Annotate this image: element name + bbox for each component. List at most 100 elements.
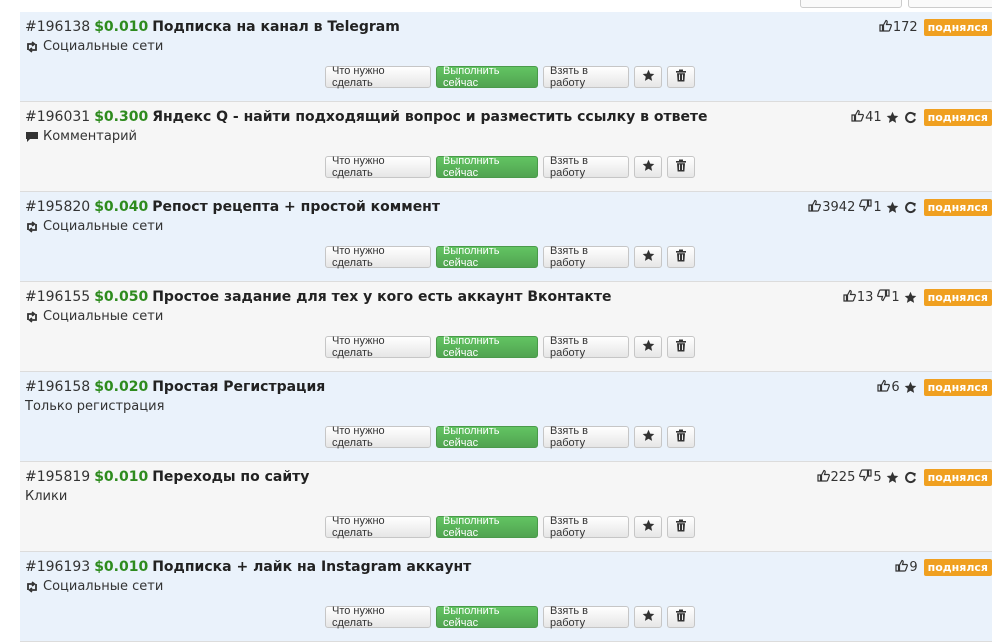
dislikes[interactable]: 5 bbox=[859, 468, 882, 486]
task-actions: Что нужно сделать Выполнить сейчас Взять в… bbox=[325, 605, 700, 629]
trash-icon bbox=[675, 429, 687, 445]
do-now-button[interactable]: Выполнить сейчас bbox=[436, 155, 538, 179]
delete-button[interactable] bbox=[667, 246, 695, 268]
delete-button[interactable] bbox=[667, 606, 695, 628]
dislikes[interactable]: 1 bbox=[877, 288, 900, 306]
what-to-do-button[interactable]: Что нужно сделать bbox=[325, 245, 431, 269]
take-to-work-button[interactable]: Взять в работу bbox=[543, 245, 629, 269]
star-icon[interactable] bbox=[904, 381, 918, 394]
thumbs-up-icon bbox=[808, 199, 822, 216]
what-to-do-button[interactable]: Что нужно сделать bbox=[325, 155, 431, 179]
what-to-do-button[interactable]: Что нужно сделать bbox=[325, 425, 431, 449]
do-now-button[interactable]: Выполнить сейчас bbox=[436, 515, 538, 539]
what-to-do-button[interactable]: Что нужно сделать bbox=[325, 605, 431, 629]
delete-button[interactable] bbox=[667, 66, 695, 88]
do-now-button[interactable]: Выполнить сейчас bbox=[436, 425, 538, 449]
task-meta: 172 поднялся bbox=[879, 18, 992, 36]
task-price: $0.040 bbox=[94, 199, 149, 215]
task-meta: 3942 1 поднялся bbox=[808, 198, 992, 216]
trash-icon bbox=[675, 609, 687, 625]
task-category: Только регистрация bbox=[25, 399, 164, 414]
task-title[interactable]: Подписка на канал в Telegram bbox=[152, 19, 400, 35]
do-now-button[interactable]: Выполнить сейчас bbox=[436, 335, 538, 359]
star-icon[interactable] bbox=[886, 111, 900, 124]
task-title[interactable]: Подписка + лайк на Instagram аккаунт bbox=[152, 559, 471, 575]
status-badge: поднялся bbox=[923, 558, 992, 576]
comment-icon bbox=[25, 131, 39, 143]
task-actions: Что нужно сделать Выполнить сейчас Взять в… bbox=[325, 65, 700, 89]
task-title-line: #196138 $0.010 Подписка на канал в Telegra… bbox=[25, 19, 400, 35]
task-price: $0.300 bbox=[94, 109, 149, 125]
task-meta: 41 поднялся bbox=[851, 108, 992, 126]
delete-button[interactable] bbox=[667, 336, 695, 358]
task-category: Социальные сети bbox=[25, 579, 163, 594]
task-row: #196155 $0.050 Простое задание для тех у к… bbox=[20, 282, 992, 372]
favorite-button[interactable] bbox=[634, 336, 662, 358]
do-now-button[interactable]: Выполнить сейчас bbox=[436, 605, 538, 629]
favorite-button[interactable] bbox=[634, 246, 662, 268]
star-icon bbox=[642, 69, 655, 85]
task-row: #196138 $0.010 Подписка на канал в Telegra… bbox=[20, 12, 992, 102]
take-to-work-button[interactable]: Взять в работу bbox=[543, 605, 629, 629]
task-title[interactable]: Простое задание для тех у кого есть акка… bbox=[152, 289, 611, 305]
likes[interactable]: 172 bbox=[879, 19, 918, 36]
trash-icon bbox=[675, 519, 687, 535]
task-title-line: #195820 $0.040 Репост рецепта + простой ко… bbox=[25, 199, 440, 215]
likes[interactable]: 6 bbox=[877, 379, 900, 396]
what-to-do-button[interactable]: Что нужно сделать bbox=[325, 335, 431, 359]
task-row: #195819 $0.010 Переходы по сайту Клики 225 5 п… bbox=[20, 462, 992, 552]
refresh-icon[interactable] bbox=[904, 201, 918, 214]
task-meta: 6 поднялся bbox=[877, 378, 992, 396]
what-to-do-button[interactable]: Что нужно сделать bbox=[325, 65, 431, 89]
task-title[interactable]: Репост рецепта + простой коммент bbox=[152, 199, 440, 215]
star-icon bbox=[642, 609, 655, 625]
take-to-work-button[interactable]: Взять в работу bbox=[543, 65, 629, 89]
task-title-line: #196031 $0.300 Яндекс Q - найти подходящий… bbox=[25, 109, 708, 125]
what-to-do-button[interactable]: Что нужно сделать bbox=[325, 515, 431, 539]
likes[interactable]: 13 bbox=[843, 289, 873, 306]
favorite-button[interactable] bbox=[634, 156, 662, 178]
delete-button[interactable] bbox=[667, 156, 695, 178]
dislikes[interactable]: 1 bbox=[859, 198, 882, 216]
task-id: #196031 bbox=[25, 109, 91, 125]
task-meta: 13 1 поднялся bbox=[843, 288, 992, 306]
favorite-button[interactable] bbox=[634, 606, 662, 628]
likes[interactable]: 3942 bbox=[808, 199, 855, 216]
favorite-button[interactable] bbox=[634, 66, 662, 88]
top-control-left[interactable] bbox=[800, 0, 902, 8]
task-actions: Что нужно сделать Выполнить сейчас Взять в… bbox=[325, 425, 700, 449]
star-icon[interactable] bbox=[904, 291, 918, 304]
task-actions: Что нужно сделать Выполнить сейчас Взять в… bbox=[325, 335, 700, 359]
task-meta: 9 поднялся bbox=[895, 558, 992, 576]
task-title[interactable]: Простая Регистрация bbox=[152, 379, 325, 395]
favorite-button[interactable] bbox=[634, 516, 662, 538]
do-now-button[interactable]: Выполнить сейчас bbox=[436, 65, 538, 89]
take-to-work-button[interactable]: Взять в работу bbox=[543, 335, 629, 359]
task-row: #196031 $0.300 Яндекс Q - найти подходящий… bbox=[20, 102, 992, 192]
status-badge: поднялся bbox=[923, 468, 992, 486]
top-control-right[interactable] bbox=[908, 0, 992, 8]
do-now-button[interactable]: Выполнить сейчас bbox=[436, 245, 538, 269]
take-to-work-button[interactable]: Взять в работу bbox=[543, 155, 629, 179]
star-icon[interactable] bbox=[886, 201, 900, 214]
likes[interactable]: 225 bbox=[816, 469, 855, 486]
retweet-icon bbox=[25, 310, 39, 323]
likes[interactable]: 41 bbox=[851, 109, 882, 126]
task-category-label: Социальные сети bbox=[43, 309, 164, 324]
delete-button[interactable] bbox=[667, 426, 695, 448]
refresh-icon[interactable] bbox=[904, 111, 918, 124]
star-icon[interactable] bbox=[886, 471, 900, 484]
task-title[interactable]: Переходы по сайту bbox=[152, 469, 309, 485]
task-category-label: Комментарий bbox=[43, 129, 137, 144]
likes[interactable]: 9 bbox=[895, 559, 918, 576]
task-category: Клики bbox=[25, 489, 67, 504]
take-to-work-button[interactable]: Взять в работу bbox=[543, 515, 629, 539]
task-price: $0.010 bbox=[94, 469, 149, 485]
delete-button[interactable] bbox=[667, 516, 695, 538]
task-title[interactable]: Яндекс Q - найти подходящий вопрос и раз… bbox=[152, 109, 707, 125]
task-category: Социальные сети bbox=[25, 39, 163, 54]
favorite-button[interactable] bbox=[634, 426, 662, 448]
retweet-icon bbox=[25, 580, 39, 593]
refresh-icon[interactable] bbox=[904, 471, 918, 484]
take-to-work-button[interactable]: Взять в работу bbox=[543, 425, 629, 449]
